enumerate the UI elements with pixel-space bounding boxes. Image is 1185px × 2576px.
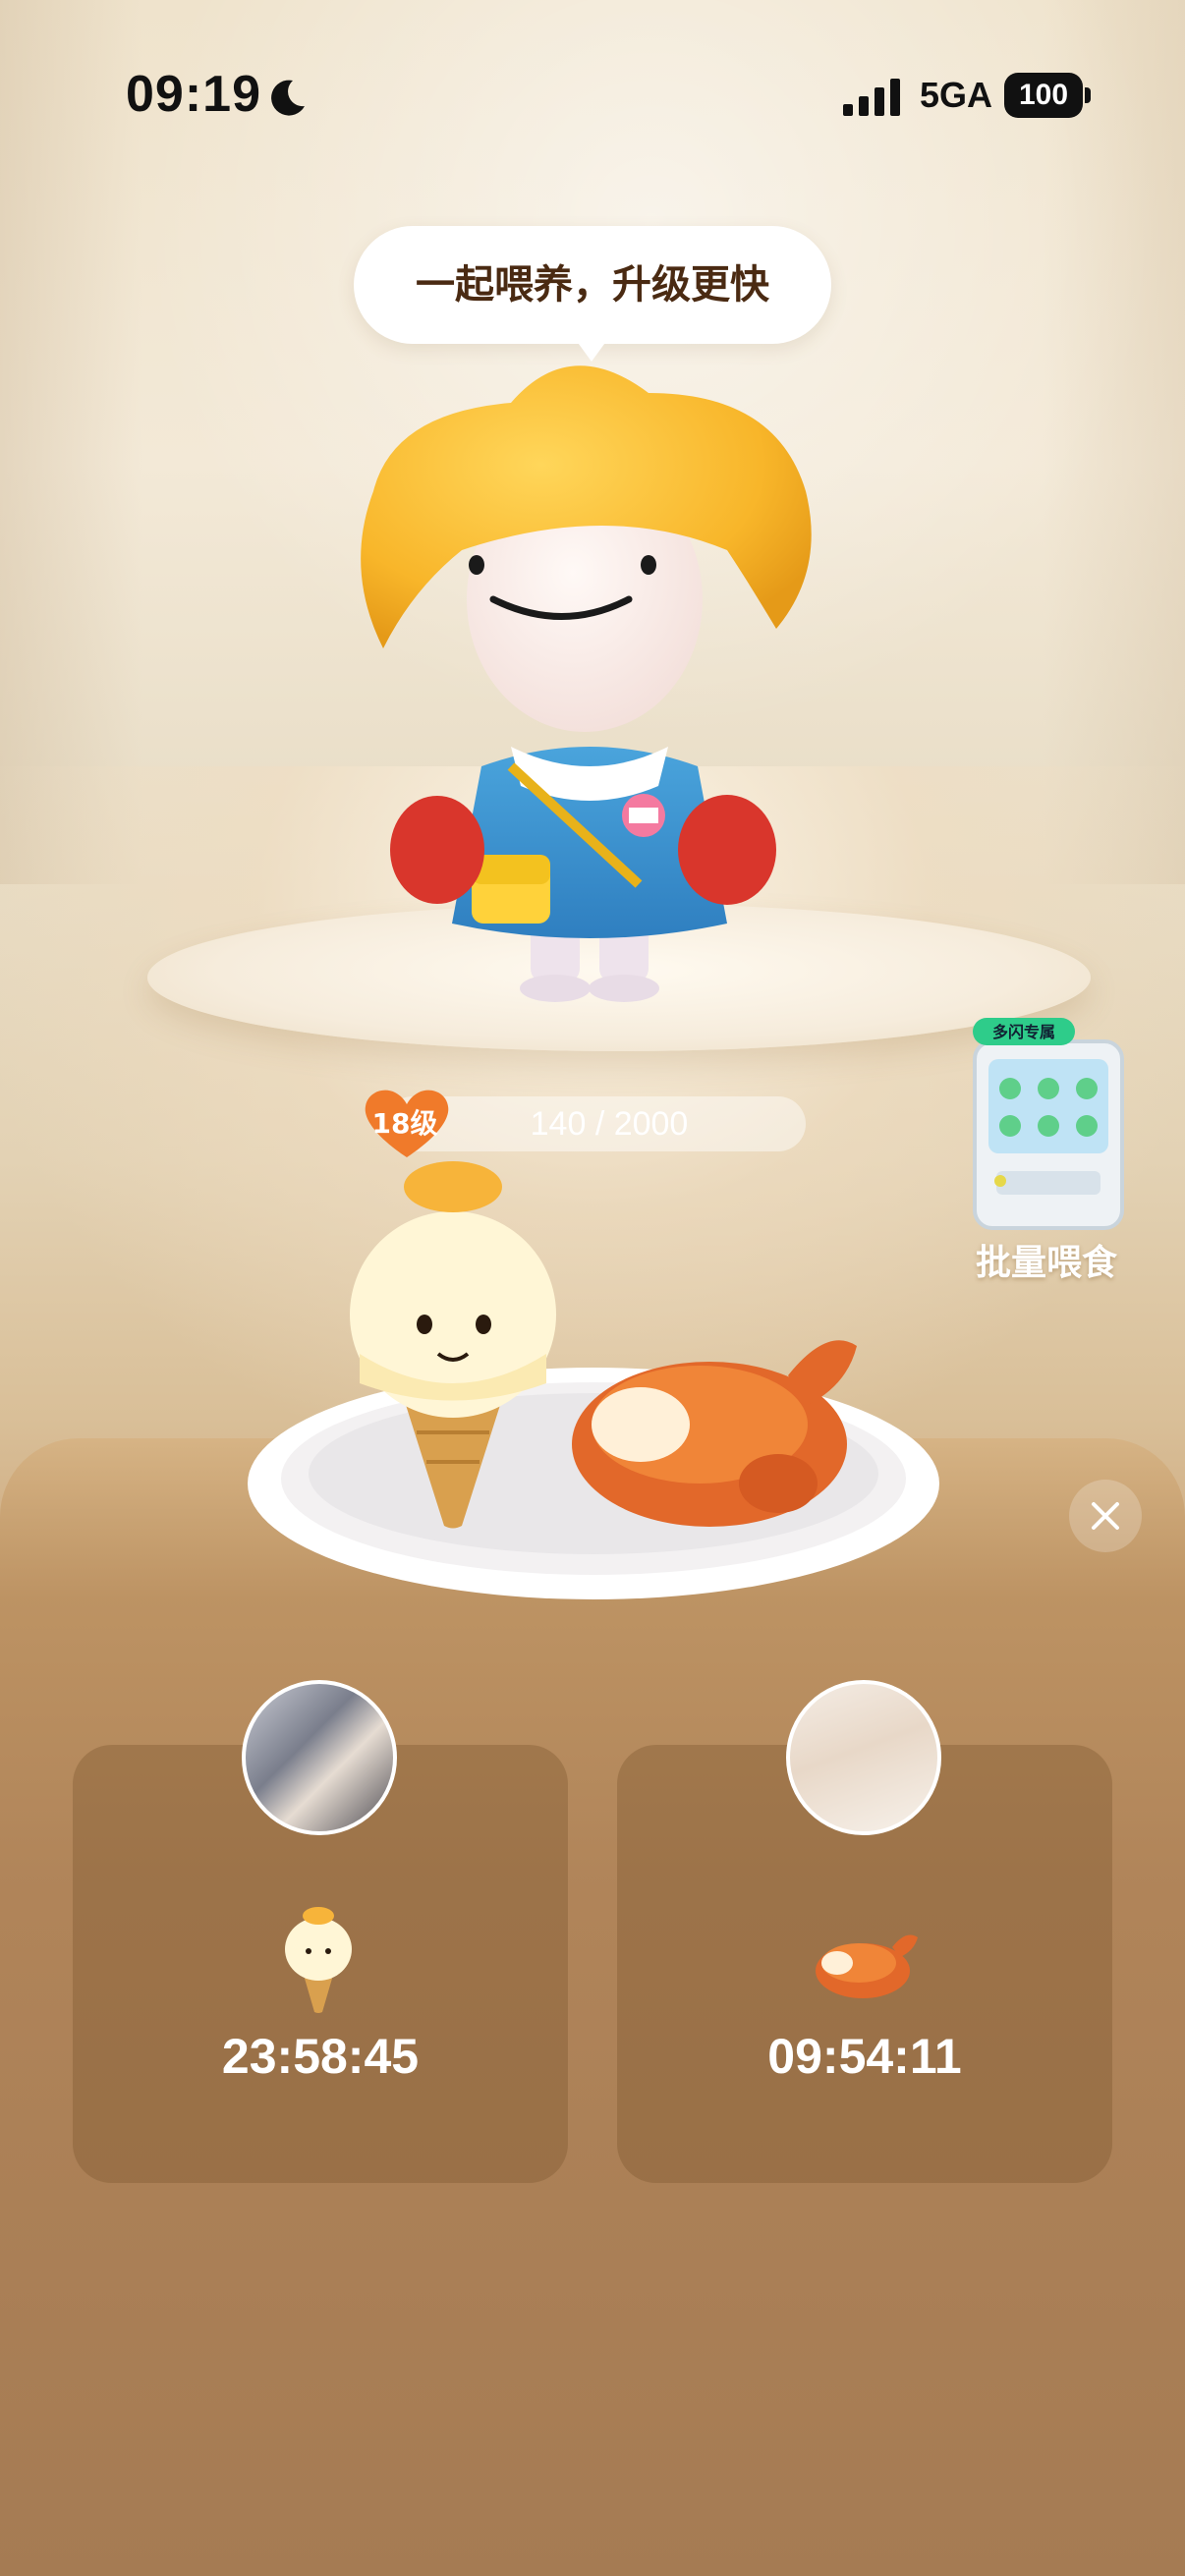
network-type: 5GA <box>920 75 993 115</box>
batch-feed-button[interactable]: 多闪专属 <box>967 1018 1130 1234</box>
status-bar: 09:19 5GA 100 <box>0 0 1185 196</box>
ice-cream-food[interactable] <box>340 1157 566 1531</box>
roast-chicken-icon <box>816 1934 918 1998</box>
svg-text:多闪专属: 多闪专属 <box>992 1023 1055 1041</box>
avatar-right[interactable] <box>786 1680 941 1835</box>
avatar-left[interactable] <box>242 1680 397 1835</box>
signal-icon <box>843 79 900 116</box>
batch-feed-label[interactable]: 批量喂食 <box>943 1234 1150 1285</box>
ice-cream-icon <box>285 1907 352 2013</box>
roast-chicken-food[interactable] <box>562 1297 867 1533</box>
moon-icon <box>271 80 305 116</box>
level-progress-text: 140 / 2000 <box>530 1105 689 1143</box>
close-button[interactable] <box>1069 1480 1142 1552</box>
battery-indicator: 100 <box>1004 73 1083 118</box>
feed-timer-right: 09:54:11 <box>767 2029 962 2084</box>
pet-character[interactable] <box>314 354 865 1012</box>
close-icon <box>1092 1502 1119 1530</box>
feed-timer-left: 23:58:45 <box>221 2029 420 2084</box>
status-time: 09:19 <box>126 66 261 123</box>
battery-nub <box>1085 87 1091 103</box>
speech-bubble: 一起喂养，升级更快 <box>354 226 831 344</box>
level-label: 18级 <box>371 1107 438 1140</box>
